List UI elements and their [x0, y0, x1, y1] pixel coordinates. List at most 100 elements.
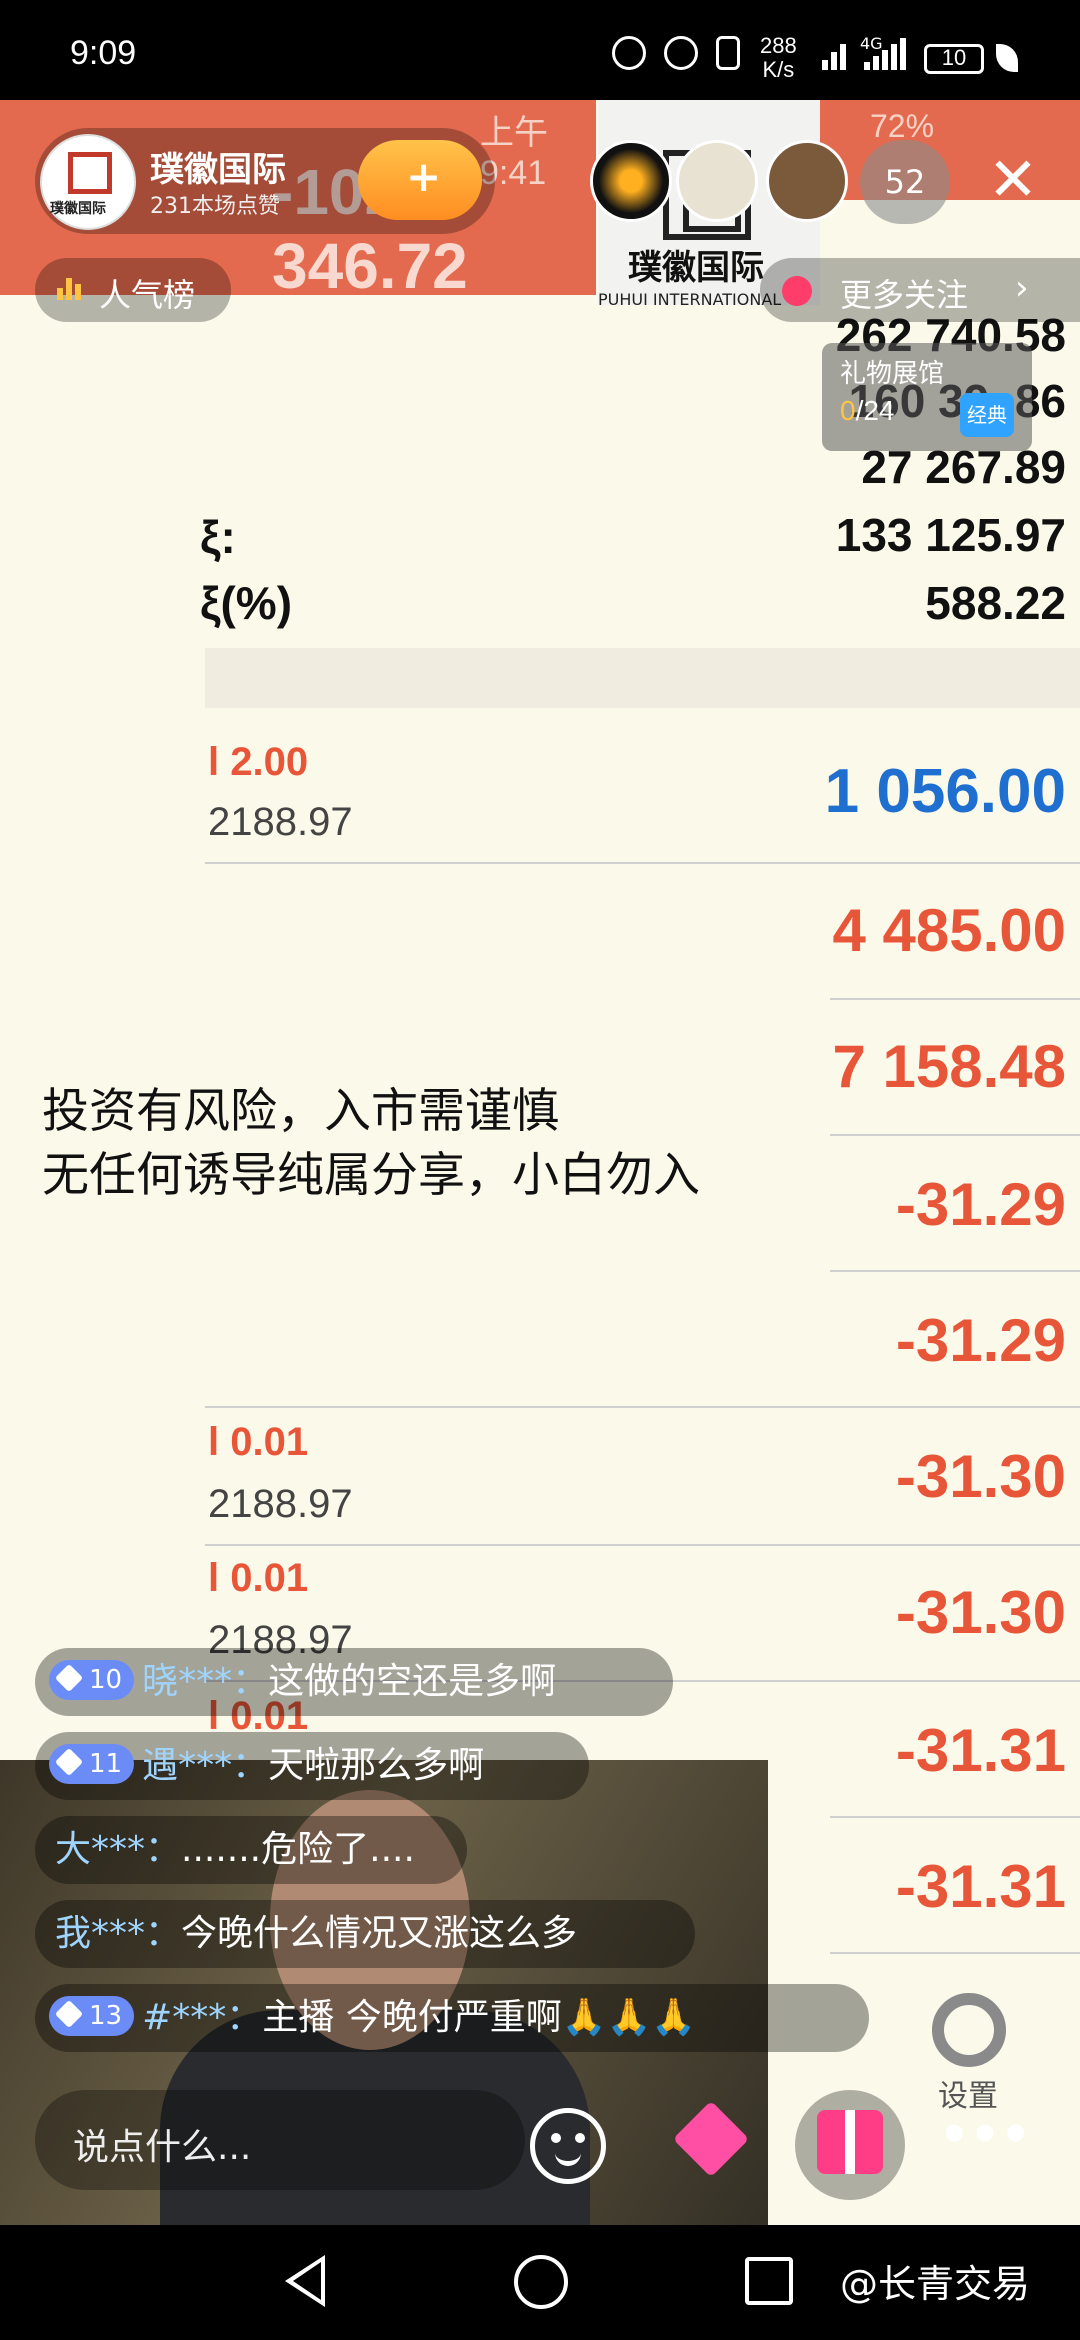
- classic-badge: 经典: [960, 393, 1014, 437]
- chevron-right-icon: ›: [1015, 268, 1029, 308]
- host-name[interactable]: 璞徽国际: [150, 142, 286, 191]
- avatar-label: 璞徽国际: [50, 201, 106, 217]
- gift-button[interactable]: [795, 2090, 905, 2200]
- account-value: 133 125.97: [835, 509, 1066, 561]
- more-follow-button[interactable]: 更多关注 ›: [760, 258, 1080, 322]
- order-profit: -31.31: [895, 1717, 1066, 1784]
- heart-icon: [672, 2100, 750, 2178]
- net-speed: 288 K/s: [760, 34, 797, 82]
- home-icon[interactable]: [514, 2255, 568, 2309]
- gift-hall-progress: 0/24: [840, 395, 895, 427]
- alarm-icon: [664, 36, 698, 70]
- row-divider: [830, 998, 1080, 1000]
- account-label: ξ(%): [200, 577, 293, 629]
- order-profit: -31.30: [895, 1443, 1066, 1510]
- disclaimer-line: 投资有风险，入市需谨慎: [42, 1084, 559, 1139]
- order-profit: 1 056.00: [824, 757, 1066, 826]
- follow-icon: [782, 276, 812, 306]
- chat-message[interactable]: 我***：今晚什么情况又涨这么多: [35, 1900, 695, 1968]
- chat-message[interactable]: 13 #***：主播 今晚付严重啊🙏🙏🙏: [35, 1984, 869, 2052]
- viewer-count[interactable]: 52: [860, 140, 950, 224]
- section-band: [205, 648, 1080, 708]
- row-divider: [830, 1270, 1080, 1272]
- emoji-icon[interactable]: [530, 2108, 606, 2184]
- order-lot: l 0.01: [208, 1556, 309, 1600]
- leaf-icon: [996, 44, 1018, 72]
- row-divider: [830, 1816, 1080, 1818]
- net-speed-value: 288: [760, 33, 797, 58]
- chat-message[interactable]: 大***：.......危险了....: [35, 1816, 467, 1884]
- account-label: ξ:: [200, 511, 236, 563]
- order-price: 2188.97: [208, 800, 353, 844]
- comment-input[interactable]: 说点什么...: [35, 2090, 525, 2190]
- popularity-rank-button[interactable]: 人气榜: [35, 258, 231, 322]
- more-follow-label: 更多关注: [840, 276, 969, 314]
- status-time: 9:09: [70, 34, 137, 72]
- chat-message[interactable]: 10 晓***：这做的空还是多啊: [35, 1648, 673, 1716]
- level-number: 13: [89, 2001, 123, 2031]
- gear-icon: [932, 1993, 1006, 2067]
- navigation-bar: @长青交易: [0, 2225, 1080, 2340]
- order-profit: -31.29: [895, 1307, 1066, 1374]
- signal-icon: [864, 36, 906, 70]
- logo-english: PUHUI INTERNATIONAL: [598, 290, 782, 309]
- plus-icon: +: [406, 152, 442, 201]
- chat-user[interactable]: 大***：: [55, 1829, 181, 1870]
- chat-user[interactable]: #***：: [142, 1997, 262, 2038]
- like-button[interactable]: [668, 2100, 754, 2186]
- comment-placeholder: 说点什么...: [73, 2127, 252, 2168]
- net-speed-unit: K/s: [762, 57, 795, 82]
- order-price: 2188.97: [208, 1482, 353, 1526]
- recent-apps-icon[interactable]: [745, 2257, 793, 2305]
- battery-icon: 10: [924, 44, 984, 74]
- order-profit: 7 158.48: [832, 1033, 1066, 1100]
- chat-text: 这做的空还是多啊: [268, 1661, 557, 1702]
- level-badge: 10: [49, 1660, 135, 1700]
- level-number: 11: [89, 1749, 123, 1779]
- chat-user[interactable]: 晓***：: [142, 1661, 268, 1702]
- gift-hall-title: 礼物展馆: [840, 359, 945, 389]
- viewer-avatar[interactable]: [766, 140, 848, 222]
- viewer-avatar[interactable]: [676, 140, 758, 222]
- disclaimer-line: 无任何诱导纯属分享，小白勿入: [42, 1148, 700, 1203]
- row-divider: [205, 1406, 1080, 1408]
- row-divider: [830, 1134, 1080, 1136]
- host-likes: 231本场点赞: [150, 194, 280, 219]
- chat-text: .......危险了....: [181, 1829, 415, 1870]
- more-options-button[interactable]: •••: [930, 2090, 1040, 2200]
- level-badge: 11: [49, 1744, 135, 1784]
- logo-mark-icon: [68, 152, 112, 194]
- status-bar: 9:09 288 K/s 4G 10: [0, 0, 1080, 100]
- host-avatar[interactable]: 璞徽国际: [40, 134, 136, 230]
- gift-hall-current: 0: [840, 395, 856, 426]
- gift-hall-card[interactable]: 礼物展馆 0/24 经典: [822, 343, 1032, 451]
- logo-name: 璞徽国际: [628, 248, 764, 288]
- watermark: @长青交易: [840, 2262, 1031, 2306]
- order-lot: l 2.00: [208, 740, 309, 784]
- order-profit: -31.30: [895, 1579, 1066, 1646]
- viewer-avatar[interactable]: [590, 140, 672, 222]
- chat-text: 今晚什么情况又涨这么多: [181, 1913, 578, 1954]
- diamond-icon: [54, 1747, 84, 1777]
- row-divider: [205, 862, 1080, 864]
- captured-settings: 设置: [920, 1985, 1020, 2114]
- eye-icon: [612, 36, 646, 70]
- chat-text: 主播 今晚付严重啊🙏🙏🙏: [262, 1997, 697, 2038]
- follow-button[interactable]: +: [358, 140, 482, 220]
- account-value: 588.22: [925, 577, 1066, 629]
- diamond-icon: [54, 1999, 84, 2029]
- close-icon[interactable]: ✕: [978, 138, 1048, 222]
- back-icon[interactable]: [285, 2255, 325, 2307]
- order-lot: l 0.01: [208, 1420, 309, 1464]
- level-number: 10: [89, 1665, 123, 1695]
- chat-text: 天啦那么多啊: [268, 1745, 485, 1786]
- chat-user[interactable]: 遇***：: [142, 1745, 268, 1786]
- row-divider: [205, 1544, 1080, 1546]
- gift-hall-total: /24: [855, 395, 895, 426]
- diamond-icon: [54, 1663, 84, 1693]
- status-icons: [612, 36, 740, 70]
- risk-disclaimer: 投资有风险，入市需谨慎 无任何诱导纯属分享，小白勿入: [42, 1080, 700, 1208]
- wifi-icon: [822, 36, 846, 70]
- chat-user[interactable]: 我***：: [55, 1913, 181, 1954]
- chat-message[interactable]: 11 遇***：天啦那么多啊: [35, 1732, 589, 1800]
